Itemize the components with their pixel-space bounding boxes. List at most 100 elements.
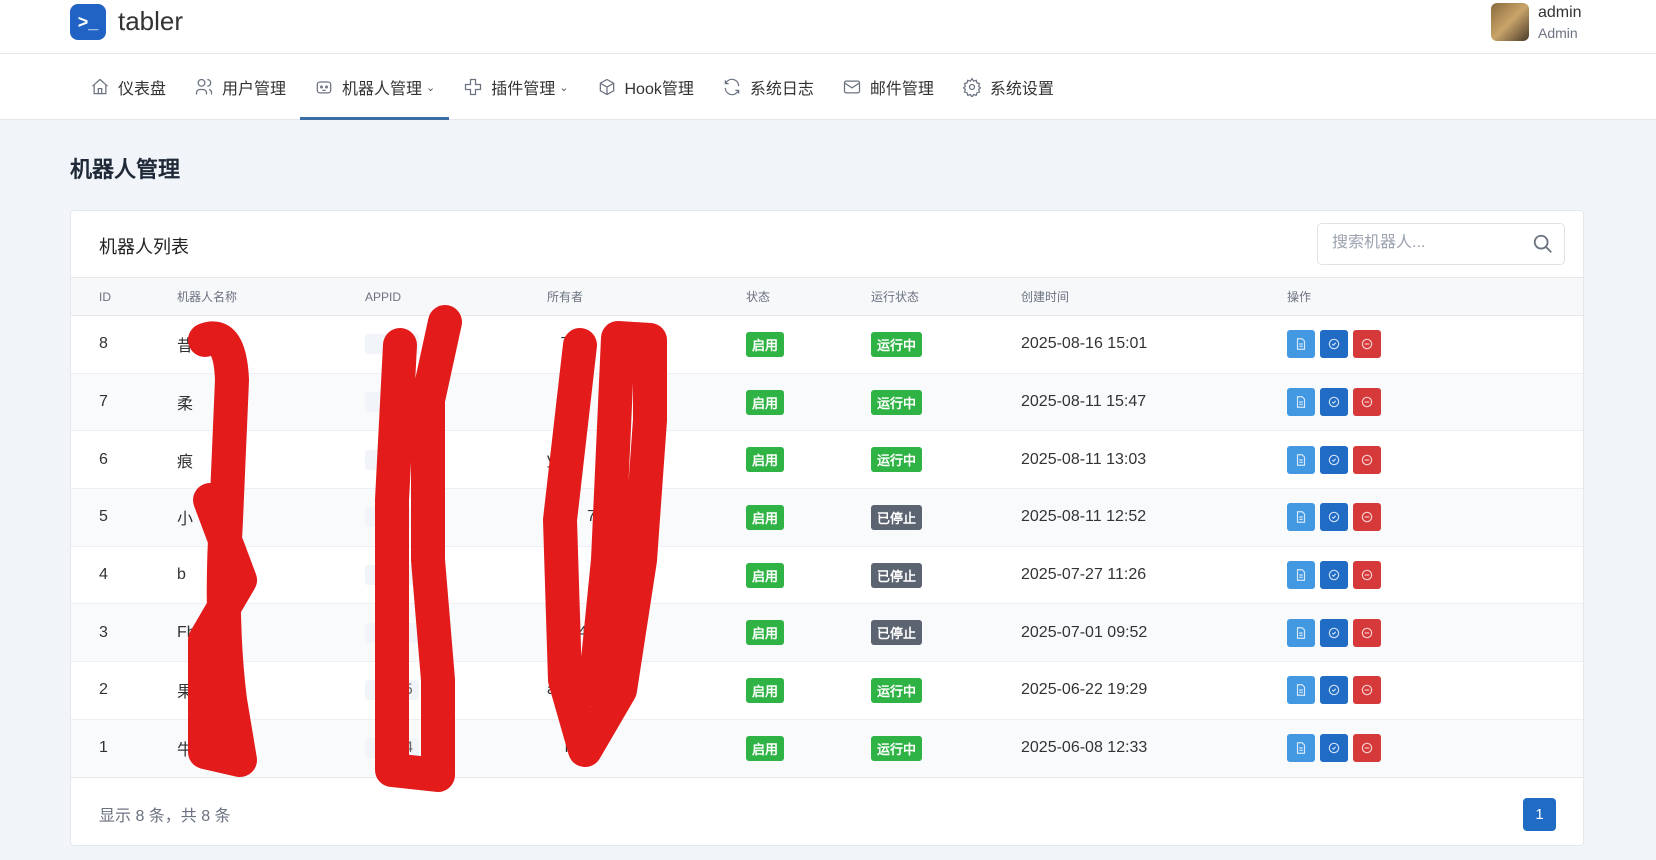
mail-icon [842,77,862,97]
cell-created: 2025-07-01 09:52 [1021,603,1287,663]
cell-name: b [177,546,365,605]
delete-button[interactable] [1353,561,1381,590]
cell-id: 1 [71,719,177,778]
delete-button[interactable] [1353,445,1381,474]
nav-item-4[interactable]: Hook管理 [583,54,708,120]
delete-button[interactable] [1353,503,1381,532]
card-title: 机器人列表 [99,237,189,257]
cell-appid: 4 [365,334,420,355]
cell-created: 2025-07-27 11:26 [1021,546,1287,605]
pagination-summary: 显示 8 条，共 8 条 [99,808,231,825]
check-button[interactable] [1320,503,1348,532]
view-button[interactable] [1287,618,1315,647]
tabler-logo-icon[interactable]: >_ [70,4,106,40]
user-name[interactable]: admin [1538,4,1582,22]
run-status-badge: 已停止 [871,620,923,646]
cell-name: 小 [177,488,365,547]
badge-check-icon [1328,339,1340,350]
run-status-badge: 运行中 [871,677,923,703]
nav-label: 系统设置 [989,81,1054,98]
cell-owner: 286 71 [547,488,746,547]
nav-item-6[interactable]: 邮件管理 [828,54,948,120]
chevron-down-icon: ⌄ [559,81,569,94]
cell-created: 2025-06-22 19:29 [1021,661,1287,720]
box-icon [597,77,617,97]
badge-check-icon [1328,627,1340,639]
nav-item-3[interactable]: 插件管理 ⌄ [449,54,582,120]
search-box[interactable] [1317,223,1565,265]
check-button[interactable] [1320,330,1348,359]
cell-name: Fb [177,603,365,663]
chevron-down-icon: ⌄ [426,81,436,94]
check-button[interactable] [1320,676,1348,705]
search-input[interactable] [1332,234,1522,252]
table-row: 7 柔 8 8 6 启用 运行中 2025-08-11 15:47 [71,373,1583,432]
column-header: 所有者 [547,277,746,316]
cell-owner: 1 4122 [547,603,746,663]
avatar[interactable] [1491,3,1529,41]
file-icon [1296,684,1306,697]
status-badge: 启用 [746,735,785,761]
column-header: APPID [365,277,547,316]
delete-button[interactable] [1353,734,1381,763]
file-icon [1296,742,1306,754]
nav-item-2[interactable]: 机器人管理 ⌄ [300,54,450,120]
home-icon [90,77,110,97]
status-badge: 启用 [746,389,785,415]
view-button[interactable] [1287,388,1315,417]
delete-button[interactable] [1353,388,1381,417]
cell-id: 5 [71,488,177,547]
cell-owner: 6 [547,373,746,432]
delete-button[interactable] [1353,330,1381,359]
nav-item-5[interactable]: 系统日志 [708,54,828,120]
table-row: 5 小 28 0 286 71 启用 已停止 2025-08-11 12:52 [71,488,1583,547]
nav-item-0[interactable]: 仪表盘 [76,54,180,120]
top-header: >_ tabler admin Admin [0,0,1656,54]
status-badge: 启用 [746,331,785,357]
badge-check-icon [1328,685,1340,696]
nav-item-7[interactable]: 系统设置 [948,54,1068,120]
minus-circle-icon [1361,454,1373,465]
nav-label: 邮件管理 [869,81,934,98]
cell-appid: 28 0 [365,507,437,528]
view-button[interactable] [1287,734,1315,763]
cell-name: 果 人 [177,661,365,720]
column-header: 状态 [746,277,871,316]
view-button[interactable] [1287,330,1315,359]
view-button[interactable] [1287,445,1315,474]
nav-label: 机器人管理 [342,81,423,98]
cell-appid: 8 8 [365,392,437,413]
page-1-button[interactable]: 1 [1523,798,1556,831]
brand-name[interactable]: tabler [118,6,183,37]
cell-created: 2025-08-11 12:52 [1021,488,1287,547]
user-role: Admin [1538,25,1578,41]
cell-appid: 28 3 [365,565,437,586]
minus-circle-icon [1361,339,1373,350]
column-header: 操作 [1287,277,1583,316]
column-header: 机器人名称 [177,277,365,316]
check-button[interactable] [1320,445,1348,474]
delete-button[interactable] [1353,618,1381,647]
delete-button[interactable] [1353,676,1381,705]
minus-circle-icon [1361,512,1373,523]
search-icon[interactable] [1532,233,1554,260]
check-button[interactable] [1320,734,1348,763]
file-icon [1296,569,1306,581]
robot-list-card: 机器人列表 ID机器人名称APPID所有者状态运行状态创建时间操作 8 昔 t … [70,210,1584,846]
view-button[interactable] [1287,561,1315,590]
page-title: 机器人管理 [70,157,181,182]
cell-created: 2025-08-16 15:01 [1021,315,1287,374]
view-button[interactable] [1287,676,1315,705]
cell-appid: 2795 [365,680,420,701]
status-badge: 启用 [746,504,785,530]
check-button[interactable] [1320,561,1348,590]
nav-item-1[interactable]: 用户管理 [180,54,300,120]
cell-appid: 6 9 [365,449,437,470]
file-icon [1296,453,1306,466]
file-icon [1296,511,1306,524]
check-button[interactable] [1320,618,1348,647]
view-button[interactable] [1287,503,1315,532]
check-button[interactable] [1320,388,1348,417]
cell-appid: 2084 [365,738,420,759]
badge-check-icon [1328,742,1340,754]
